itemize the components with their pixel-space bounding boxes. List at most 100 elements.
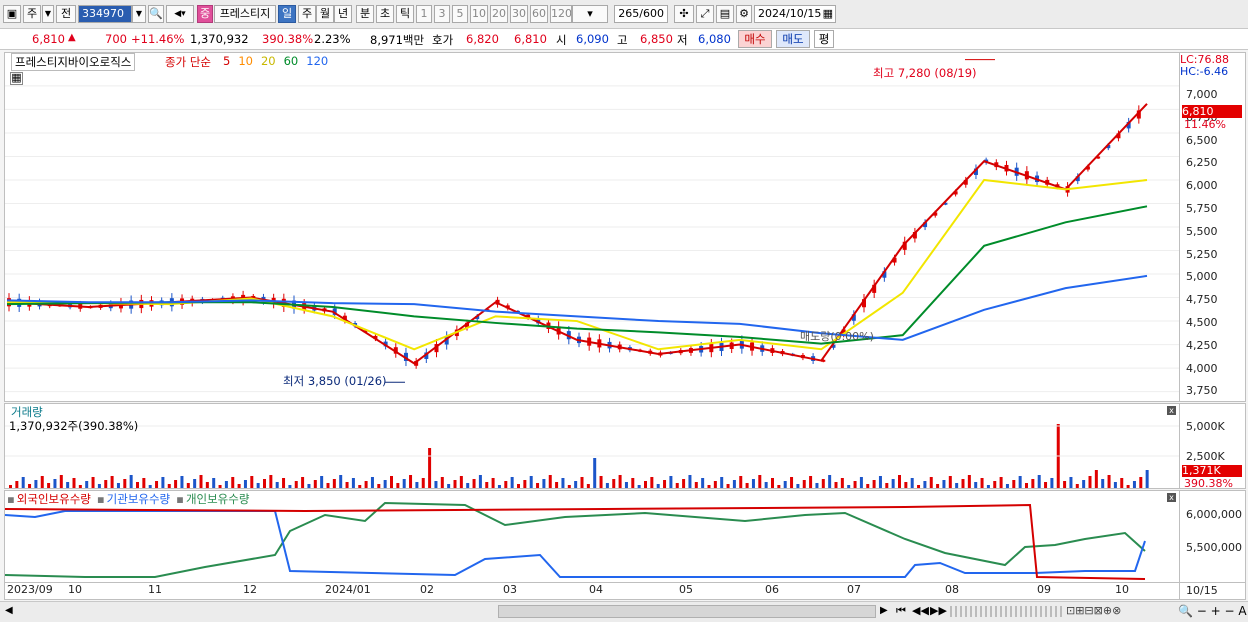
ma-periods: 5 10 20 60 120	[223, 54, 336, 68]
interval-dropdown[interactable]: ▾	[572, 5, 608, 23]
interval-tab-2[interactable]: 5	[452, 5, 468, 23]
window-icon[interactable]: ▣	[3, 5, 21, 23]
close-icon[interactable]: x	[1167, 493, 1176, 502]
flat-button[interactable]: 평	[814, 30, 834, 48]
zoom-slider[interactable]	[950, 606, 1062, 617]
volume-bar	[453, 480, 457, 488]
hc-value: HC:-6.46	[1180, 65, 1229, 78]
volume-bar	[390, 476, 393, 488]
draw-tool-icon[interactable]: ⤢	[696, 5, 714, 23]
holder-panel[interactable]: ▪ 외국인보유수량 ▪ 기관보유수량 ▪ 개인보유수량 x	[4, 490, 1180, 583]
holder-legend-2[interactable]: 개인보유수량	[186, 492, 249, 506]
calendar-icon[interactable]: ▦	[823, 6, 833, 22]
volume-bar	[1031, 479, 1035, 488]
buy-button[interactable]: 매수	[738, 30, 772, 48]
interval-tab-4[interactable]: 20	[490, 5, 508, 23]
volume-bar	[370, 477, 374, 488]
chevron-down-icon[interactable]: ▼	[42, 5, 54, 23]
x-label: 07	[847, 583, 861, 596]
volume-bar	[224, 481, 228, 488]
crosshair-icon[interactable]: ✣	[674, 5, 694, 23]
volume-bar	[47, 483, 51, 488]
first-icon[interactable]: ⏮	[896, 604, 906, 618]
market-selector[interactable]: 주	[23, 5, 41, 23]
volume-value: 1,370,932	[190, 32, 249, 46]
tool-icons[interactable]: ⊡⊞⊟⊠⊕⊗	[1066, 604, 1121, 617]
period-tab-4[interactable]: 분	[356, 5, 374, 23]
speaker-icon[interactable]: ◀▾	[166, 5, 194, 23]
volume-bar	[15, 481, 19, 488]
date-input[interactable]: 2024/10/15 ▦	[754, 5, 836, 23]
chevron-down-icon[interactable]: ▼	[132, 5, 146, 23]
volume-bar	[536, 483, 540, 488]
stock-code-input[interactable]: 334970	[78, 5, 132, 23]
open-label: 시	[556, 33, 567, 47]
volume-bar	[732, 480, 736, 488]
volume-bar	[993, 481, 997, 488]
volume-bar	[288, 485, 292, 488]
count-field[interactable]: 265/600	[614, 5, 668, 23]
volume-bar	[656, 484, 660, 488]
next-page-icon[interactable]: ▶▶	[930, 604, 947, 617]
period-tab-6[interactable]: 틱	[396, 5, 414, 23]
volume-bar	[777, 485, 781, 488]
prev-button[interactable]: 전	[56, 5, 76, 23]
holder-legend-0[interactable]: 외국인보유수량	[17, 492, 91, 506]
holder-axis: 6,000,000 5,500,000	[1180, 490, 1246, 583]
volume-bar	[1012, 480, 1016, 488]
scroll-right-icon[interactable]: ▶	[880, 605, 888, 616]
interval-tab-0[interactable]: 1	[416, 5, 432, 23]
period-tab-3[interactable]: 년	[334, 5, 352, 23]
interval-tab-3[interactable]: 10	[470, 5, 488, 23]
volume-bar	[415, 482, 419, 488]
volume-tick: 2,500K	[1186, 450, 1225, 463]
close-icon[interactable]: x	[1167, 406, 1176, 415]
volume-bar	[790, 477, 794, 488]
scroll-thumb[interactable]	[498, 605, 876, 618]
volume-bar	[955, 483, 959, 488]
volume-bar	[250, 476, 254, 488]
gear-icon[interactable]: ⚙	[736, 5, 752, 23]
stock-name-field[interactable]: 프레스티지	[214, 5, 276, 23]
volume-bar	[1107, 475, 1111, 488]
volume-bar	[580, 477, 584, 488]
low-price: 6,080	[698, 32, 731, 46]
volume-bar	[834, 482, 838, 488]
price-chart-panel[interactable]: 프레스티지바이오로직스 종가 단순 5 10 20 60 120 ▦ 최고 7,280 …	[4, 52, 1180, 402]
interval-tab-5[interactable]: 30	[510, 5, 528, 23]
prev-page-icon[interactable]: ◀◀	[912, 604, 929, 617]
interval-tab-6[interactable]: 60	[530, 5, 548, 23]
volume-bar	[618, 475, 622, 488]
x-axis-right: 10/15	[1180, 583, 1246, 600]
period-tab-5[interactable]: 초	[376, 5, 394, 23]
period-tab-1[interactable]: 주	[298, 5, 316, 23]
save-icon[interactable]: ▤	[716, 5, 734, 23]
volume-bar	[840, 478, 844, 488]
low-label: 저	[677, 33, 688, 47]
volume-panel[interactable]: 거래량 1,370,932주(390.38%) x	[4, 403, 1180, 489]
volume-bar	[631, 478, 635, 488]
volume-bar	[243, 480, 247, 488]
holder-legend-1[interactable]: 기관보유수량	[107, 492, 170, 506]
volume-bar	[694, 482, 698, 488]
period-tab-0[interactable]: 일	[278, 5, 296, 23]
interval-tab-1[interactable]: 3	[434, 5, 450, 23]
grid-icon[interactable]: ▦	[10, 72, 23, 85]
volume-bar	[1101, 479, 1105, 488]
sell-button[interactable]: 매도	[776, 30, 810, 48]
volume-bar	[1120, 478, 1124, 488]
quote-bar: 6,810 ▲ 700 +11.46% 1,370,932 390.38% 2.…	[0, 29, 1248, 50]
volume-bar	[91, 477, 95, 488]
scroll-left-icon[interactable]: ◀	[5, 605, 13, 616]
interval-tab-7[interactable]: 120	[550, 5, 572, 23]
zoom-icons[interactable]: 🔍 − + − A	[1178, 604, 1247, 618]
chart-scrollbar[interactable]: ◀ ▶ ⏮ ◀◀ ▶▶ ⊡⊞⊟⊠⊕⊗ 🔍 − + − A	[0, 601, 1248, 622]
volume-bar	[351, 478, 355, 488]
volume-bar	[345, 482, 349, 488]
volume-bar	[358, 485, 362, 488]
volume-bar	[459, 476, 463, 488]
volume-bar	[428, 448, 432, 488]
search-icon[interactable]: 🔍	[148, 5, 164, 23]
period-tab-2[interactable]: 월	[316, 5, 334, 23]
volume-bar	[771, 478, 774, 488]
